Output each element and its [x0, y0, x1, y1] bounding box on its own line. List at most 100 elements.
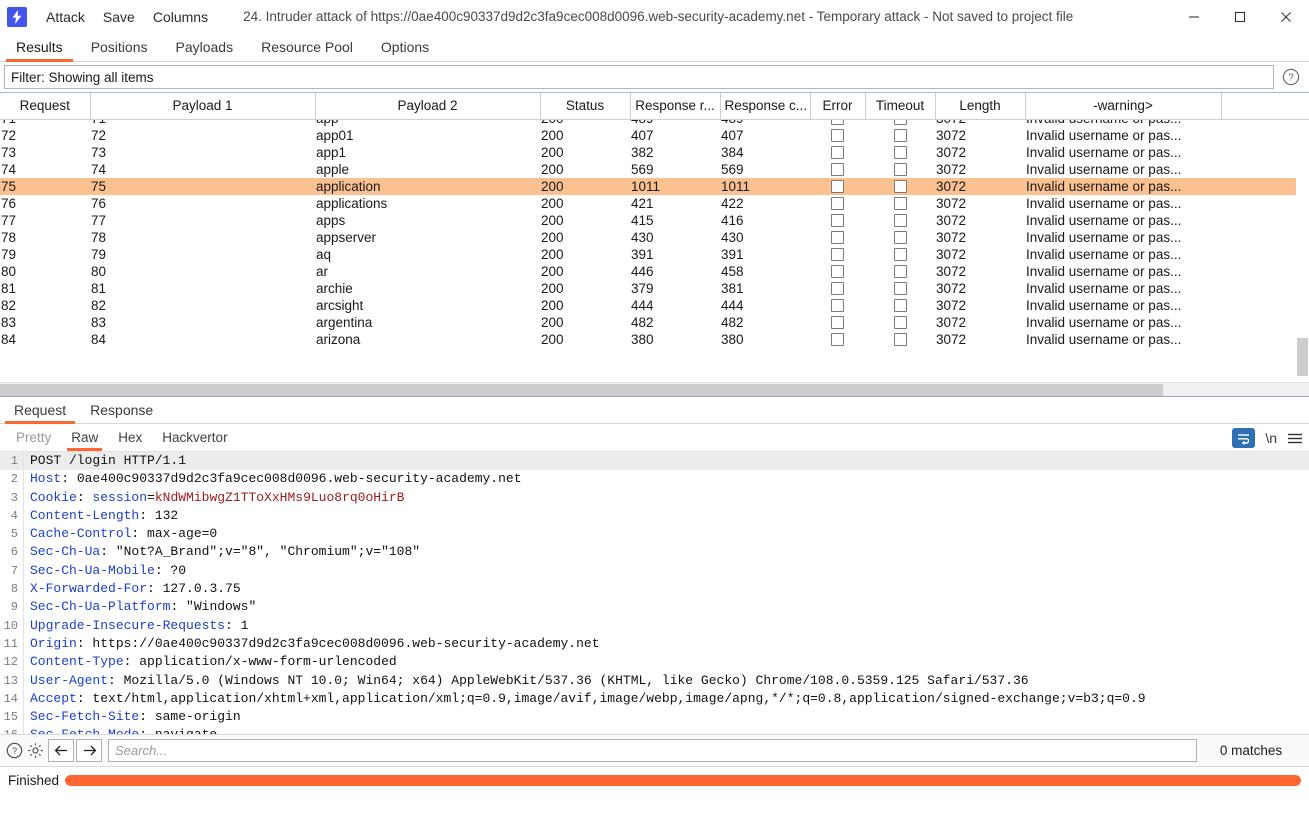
table-row[interactable]: 78 78 appserver 200 430 430 3072 Invalid userna… [0, 229, 1309, 246]
results-horizontal-scroll-thumb[interactable] [0, 384, 1163, 396]
line-text[interactable]: Accept: text/html,application/xhtml+xml,… [24, 690, 1146, 708]
timeout-checkbox[interactable] [865, 120, 935, 127]
column-header[interactable]: Response r... [630, 93, 721, 120]
tab-hex[interactable]: Hex [108, 424, 152, 451]
timeout-checkbox[interactable] [865, 127, 935, 144]
maximize-icon[interactable] [1217, 0, 1263, 34]
results-table[interactable]: Request Payload 1 Payload 2 Status Response … [0, 92, 1309, 397]
error-checkbox[interactable] [810, 161, 865, 178]
table-row[interactable]: 7171app2004894893072Invalid username or … [0, 120, 1309, 127]
line-text[interactable]: Upgrade-Insecure-Requests: 1 [24, 617, 248, 635]
error-checkbox[interactable] [810, 127, 865, 144]
tab-raw[interactable]: Raw [61, 424, 108, 451]
timeout-checkbox[interactable] [865, 280, 935, 297]
tab-resource-pool[interactable]: Resource Pool [247, 38, 367, 61]
table-row[interactable]: 83 83 argentina 200 482 482 3072 Invalid userna… [0, 314, 1309, 331]
timeout-checkbox[interactable] [865, 161, 935, 178]
column-header[interactable]: Response c... [720, 93, 811, 120]
error-checkbox[interactable] [810, 246, 865, 263]
column-header[interactable]: Payload 2 [315, 93, 541, 120]
results-vertical-scrollbar[interactable] [1296, 120, 1309, 382]
tab-hackvertor[interactable]: Hackvertor [152, 424, 237, 451]
table-row[interactable]: 84 84 arizona 200 380 380 3072 Invalid username… [0, 331, 1309, 348]
timeout-checkbox[interactable] [865, 314, 935, 331]
timeout-checkbox[interactable] [865, 246, 935, 263]
line-text[interactable]: Sec-Fetch-Mode: navigate [24, 726, 217, 734]
timeout-checkbox[interactable] [865, 331, 935, 348]
table-row[interactable]: 74 74 apple 200 569 569 3072 Invalid username o… [0, 161, 1309, 178]
column-header[interactable]: Status [540, 93, 631, 120]
results-body-viewport[interactable]: 7171app2004894893072Invalid username or … [0, 120, 1309, 382]
table-row[interactable]: 76 76 applications 200 421 422 3072 Invalid use… [0, 195, 1309, 212]
line-wrap-icon[interactable] [1232, 428, 1256, 448]
gear-icon[interactable] [25, 739, 46, 763]
column-header[interactable]: Payload 1 [90, 93, 316, 120]
tab-options[interactable]: Options [367, 38, 443, 61]
error-checkbox[interactable] [810, 212, 865, 229]
results-horizontal-scrollbar[interactable] [0, 382, 1309, 396]
error-checkbox[interactable] [810, 195, 865, 212]
table-row[interactable]: 80 80 ar 200 446 458 3072 Invalid username or p… [0, 263, 1309, 280]
column-header[interactable]: Length [935, 93, 1026, 120]
timeout-checkbox[interactable] [865, 263, 935, 280]
results-vertical-scroll-thumb[interactable] [1297, 338, 1308, 376]
timeout-checkbox[interactable] [865, 178, 935, 195]
timeout-checkbox[interactable] [865, 229, 935, 246]
line-text[interactable]: Sec-Ch-Ua-Platform: "Windows" [24, 598, 256, 616]
error-checkbox[interactable] [810, 178, 865, 195]
table-row[interactable]: 75 75 application 200 1011 1011 3072 Invalid us… [0, 178, 1309, 195]
column-header[interactable]: Error [810, 93, 866, 120]
column-header[interactable]: Timeout [865, 93, 936, 120]
table-row[interactable]: 81 81 archie 200 379 381 3072 Invalid username … [0, 280, 1309, 297]
newline-toggle[interactable]: \n [1265, 430, 1277, 446]
line-text[interactable]: Host: 0ae400c90337d9d2c3fa9cec008d0096.w… [24, 470, 522, 488]
error-checkbox[interactable] [810, 144, 865, 161]
search-input[interactable]: Search... [108, 739, 1197, 762]
tab-response[interactable]: Response [78, 401, 165, 423]
error-checkbox[interactable] [810, 120, 865, 127]
menu-attack[interactable]: Attack [37, 0, 94, 34]
line-text[interactable]: User-Agent: Mozilla/5.0 (Windows NT 10.0… [24, 672, 1029, 690]
error-checkbox[interactable] [810, 229, 865, 246]
line-text[interactable]: POST /login HTTP/1.1 [24, 452, 186, 470]
tab-payloads[interactable]: Payloads [162, 38, 248, 61]
table-row[interactable]: 79 79 aq 200 391 391 3072 Invalid username or p… [0, 246, 1309, 263]
column-header[interactable] [1221, 93, 1309, 120]
menu-columns[interactable]: Columns [144, 0, 217, 34]
line-text[interactable]: Content-Type: application/x-www-form-url… [24, 653, 397, 671]
line-text[interactable]: Cookie: session=kNdWMibwgZ1TToXxHMs9Luo8… [24, 489, 404, 507]
table-row[interactable]: 72 72 app01 200 407 407 3072 Invalid username o… [0, 127, 1309, 144]
close-icon[interactable] [1263, 0, 1309, 34]
timeout-checkbox[interactable] [865, 144, 935, 161]
arrow-right-icon[interactable] [76, 739, 102, 762]
tab-pretty[interactable]: Pretty [6, 424, 61, 451]
tab-request[interactable]: Request [2, 401, 78, 424]
error-checkbox[interactable] [810, 297, 865, 314]
question-mark-icon[interactable]: ? [4, 739, 25, 763]
line-text[interactable]: Sec-Ch-Ua-Mobile: ?0 [24, 562, 186, 580]
line-text[interactable]: X-Forwarded-For: 127.0.3.75 [24, 580, 241, 598]
tab-results[interactable]: Results [2, 38, 77, 62]
timeout-checkbox[interactable] [865, 212, 935, 229]
line-text[interactable]: Content-Length: 132 [24, 507, 178, 525]
hamburger-menu-icon[interactable] [1287, 432, 1303, 445]
minimize-icon[interactable] [1171, 0, 1217, 34]
timeout-checkbox[interactable] [865, 297, 935, 314]
line-text[interactable]: Sec-Fetch-Site: same-origin [24, 708, 241, 726]
column-header[interactable]: -warning> [1025, 93, 1222, 120]
table-row[interactable]: 82 82 arcsight 200 444 444 3072 Invalid usernam… [0, 297, 1309, 314]
raw-request-editor[interactable]: 1 POST /login HTTP/1.1 2 Host: 0ae400c90337… [0, 452, 1309, 734]
arrow-left-icon[interactable] [48, 739, 74, 762]
error-checkbox[interactable] [810, 263, 865, 280]
tab-positions[interactable]: Positions [77, 38, 162, 61]
table-row[interactable]: 77 77 apps 200 415 416 3072 Invalid username or… [0, 212, 1309, 229]
filter-input[interactable]: Filter: Showing all items [4, 65, 1274, 89]
line-text[interactable]: Sec-Ch-Ua: "Not?A_Brand";v="8", "Chromiu… [24, 543, 420, 561]
error-checkbox[interactable] [810, 331, 865, 348]
line-text[interactable]: Cache-Control: max-age=0 [24, 525, 217, 543]
table-row[interactable]: 73 73 app1 200 382 384 3072 Invalid username or… [0, 144, 1309, 161]
question-mark-icon[interactable]: ? [1280, 66, 1302, 88]
error-checkbox[interactable] [810, 280, 865, 297]
line-text[interactable]: Origin: https://0ae400c90337d9d2c3fa9cec… [24, 635, 600, 653]
menu-save[interactable]: Save [94, 0, 144, 34]
